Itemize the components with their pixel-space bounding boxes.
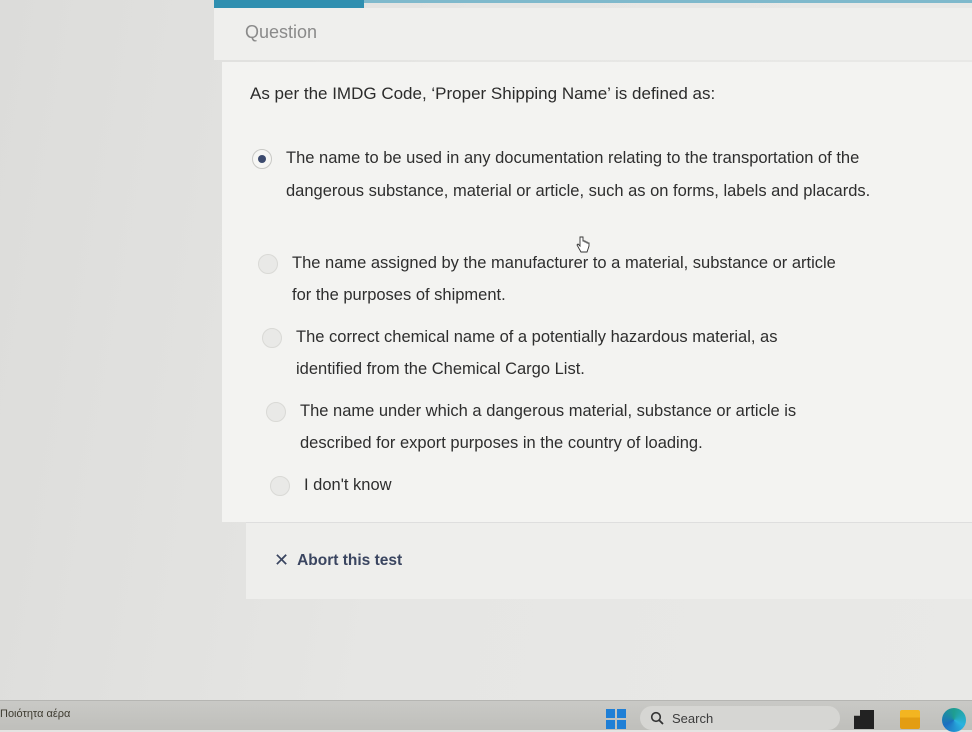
answer-option-label: The name to be used in any documentation… — [286, 149, 871, 200]
answer-option-label: I don't know — [304, 476, 392, 494]
radio-button[interactable] — [262, 328, 282, 348]
question-text: As per the IMDG Code, ‘Proper Shipping N… — [250, 84, 716, 103]
taskbar-search-box[interactable]: Search — [640, 706, 840, 730]
file-explorer-icon[interactable] — [900, 710, 920, 729]
answer-option-2[interactable]: The name assigned by the manufacturer to… — [258, 252, 858, 311]
weather-widget-label[interactable]: Ποιότητα αέρα — [0, 708, 70, 720]
abort-test-label: Abort this test — [297, 551, 403, 569]
edge-icon[interactable] — [942, 708, 966, 732]
windows-start-icon[interactable] — [606, 709, 626, 729]
hand-cursor-icon — [576, 236, 590, 253]
radio-button-selected[interactable] — [252, 149, 272, 169]
search-label: Search — [672, 710, 714, 726]
question-section-label: Question — [245, 22, 318, 42]
radio-button[interactable] — [266, 402, 286, 422]
answer-option-5[interactable]: I don't know — [270, 474, 670, 501]
radio-dot — [258, 155, 266, 163]
answer-option-3[interactable]: The correct chemical name of a potential… — [262, 326, 842, 385]
answer-option-4[interactable]: The name under which a dangerous materia… — [266, 400, 866, 459]
progress-accent-track — [364, 0, 972, 3]
answer-option-1[interactable]: The name to be used in any documentation… — [252, 147, 872, 208]
answer-option-label: The name under which a dangerous materia… — [300, 402, 797, 452]
answer-option-label: The correct chemical name of a potential… — [296, 328, 778, 378]
progress-accent-bar — [214, 0, 364, 8]
radio-button[interactable] — [258, 254, 278, 274]
answer-option-label: The name assigned by the manufacturer to… — [292, 254, 836, 304]
abort-test-button[interactable]: ✕ Abort this test — [274, 550, 402, 571]
close-icon: ✕ — [274, 550, 290, 570]
radio-button[interactable] — [270, 476, 290, 496]
search-icon — [650, 711, 664, 725]
question-header — [214, 8, 972, 60]
